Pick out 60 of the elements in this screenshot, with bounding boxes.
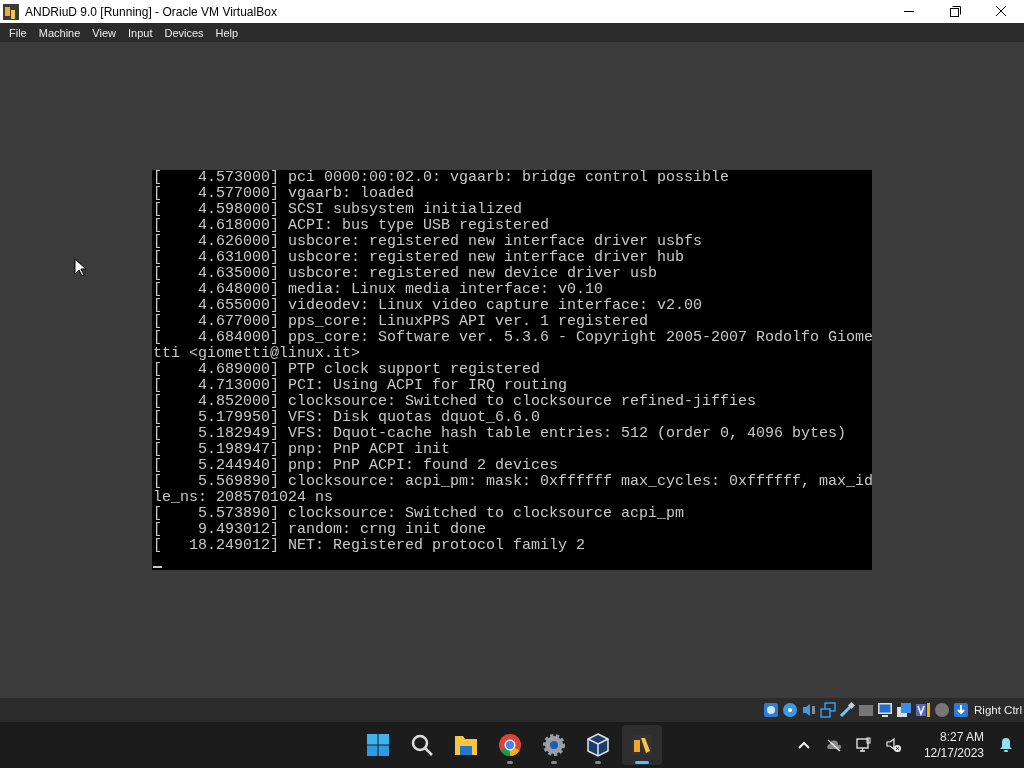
monitor-icon[interactable] — [855, 737, 872, 753]
mouse-pointer-icon — [74, 258, 86, 277]
console-line: [ 4.713000] PCI: Using ACPI for IRQ routing — [152, 378, 569, 394]
console-line: [ 4.677000] pps_core: LinuxPPS API ver. 1 registered — [152, 314, 650, 330]
console-line: [ 4.573000] pci 0000:00:02.0: vgaarb: bridge control possible — [152, 170, 731, 186]
console-line: [ 5.182949] VFS: Dquot-cache hash table entries: 512 (order 0, 4096 bytes) — [152, 426, 848, 442]
console-screen[interactable] — [152, 170, 872, 570]
usb-icon[interactable] — [839, 702, 856, 718]
menu-item[interactable]: File — [3, 26, 33, 39]
console-line: [ 18.249012] NET: Registered protocol family 2 — [152, 538, 587, 554]
cube-icon — [586, 733, 610, 757]
app-icon — [3, 3, 19, 20]
console-line: tti <giometti@linux.it> — [152, 346, 362, 362]
windows-logo-icon — [366, 733, 390, 757]
console-line: [ 5.244940] pnp: PnP ACPI: found 2 devices — [152, 458, 560, 474]
console-line: [ 5.179950] VFS: Disk quotas dquot_6.6.0 — [152, 410, 542, 426]
cpu-meter-icon[interactable] — [915, 702, 932, 718]
menu-item[interactable]: Machine — [32, 26, 87, 39]
taskbar-button[interactable] — [622, 725, 662, 765]
console-line: [ 4.577000] vgaarb: loaded — [152, 186, 416, 202]
menu-item[interactable]: Devices — [158, 26, 210, 39]
window-title: ANDRiuD 9.0 [Running] - Oracle VM VirtualBox — [25, 4, 277, 19]
running-indicator — [635, 761, 649, 764]
console-line: [ 4.598000] SCSI subsystem initialized — [152, 202, 524, 218]
running-indicator — [595, 761, 601, 764]
console-line: [ 4.655000] videodev: Linux video capture interface: v2.00 — [152, 298, 704, 314]
clock-time[interactable]: 8:27 AM — [939, 729, 984, 745]
gear-icon — [542, 733, 566, 757]
console-line: [ 4.635000] usbcore: registered new device driver usb — [152, 266, 659, 282]
cloud-off-icon[interactable] — [825, 737, 842, 753]
console-line: [ 4.648000] media: Linux media interface: v0.10 — [152, 282, 605, 298]
speaker-muted-icon[interactable] — [885, 737, 902, 753]
console-line: [ 4.626000] usbcore: registered new interface driver usbfs — [152, 234, 704, 250]
browser-icon — [498, 733, 522, 757]
console-line: [ 4.852000] clocksource: Switched to clocksource refined-jiffies — [152, 394, 758, 410]
running-indicator — [507, 761, 513, 764]
host-key-label: Right Ctrl — [974, 704, 1022, 716]
capture-icon[interactable] — [896, 702, 913, 718]
clock-date[interactable]: 12/17/2023 — [923, 745, 984, 761]
running-indicator — [551, 761, 557, 764]
folder-icon — [454, 733, 478, 757]
console-line: [ 5.573890] clocksource: Switched to clocksource acpi_pm — [152, 506, 686, 522]
speaker-icon[interactable] — [801, 702, 818, 718]
console-line: le_ns: 2085701024 ns — [152, 490, 335, 506]
console-line: [ 4.618000] ACPI: bus type USB registered — [152, 218, 551, 234]
console-line: [ 5.198947] pnp: PnP ACPI init — [152, 442, 452, 458]
console-line: [ 4.631000] usbcore: registered new interface driver hub — [152, 250, 686, 266]
text-cursor — [153, 566, 162, 568]
menu-item[interactable]: Help — [209, 26, 245, 39]
console-line: [ 5.569890] clocksource: acpi_pm: mask: 0xffffff max_cycles: 0xffffff, max_id — [152, 474, 872, 490]
search-icon — [410, 733, 434, 757]
console-line: [ 4.689000] PTP clock support registered — [152, 362, 542, 378]
bell-icon[interactable] — [998, 737, 1014, 753]
menu-item[interactable]: Input — [121, 26, 159, 39]
console-line: [ 9.493012] random: crng init done — [152, 522, 488, 538]
menu-item[interactable]: View — [86, 26, 122, 39]
display-icon[interactable] — [877, 702, 894, 718]
network-icon[interactable] — [820, 702, 837, 718]
optical-disc-icon[interactable] — [782, 702, 799, 718]
console-line: [ 4.684000] pps_core: Software ver. 5.3.6 - Copyright 2005-2007 Rodolfo Giome — [152, 330, 872, 346]
